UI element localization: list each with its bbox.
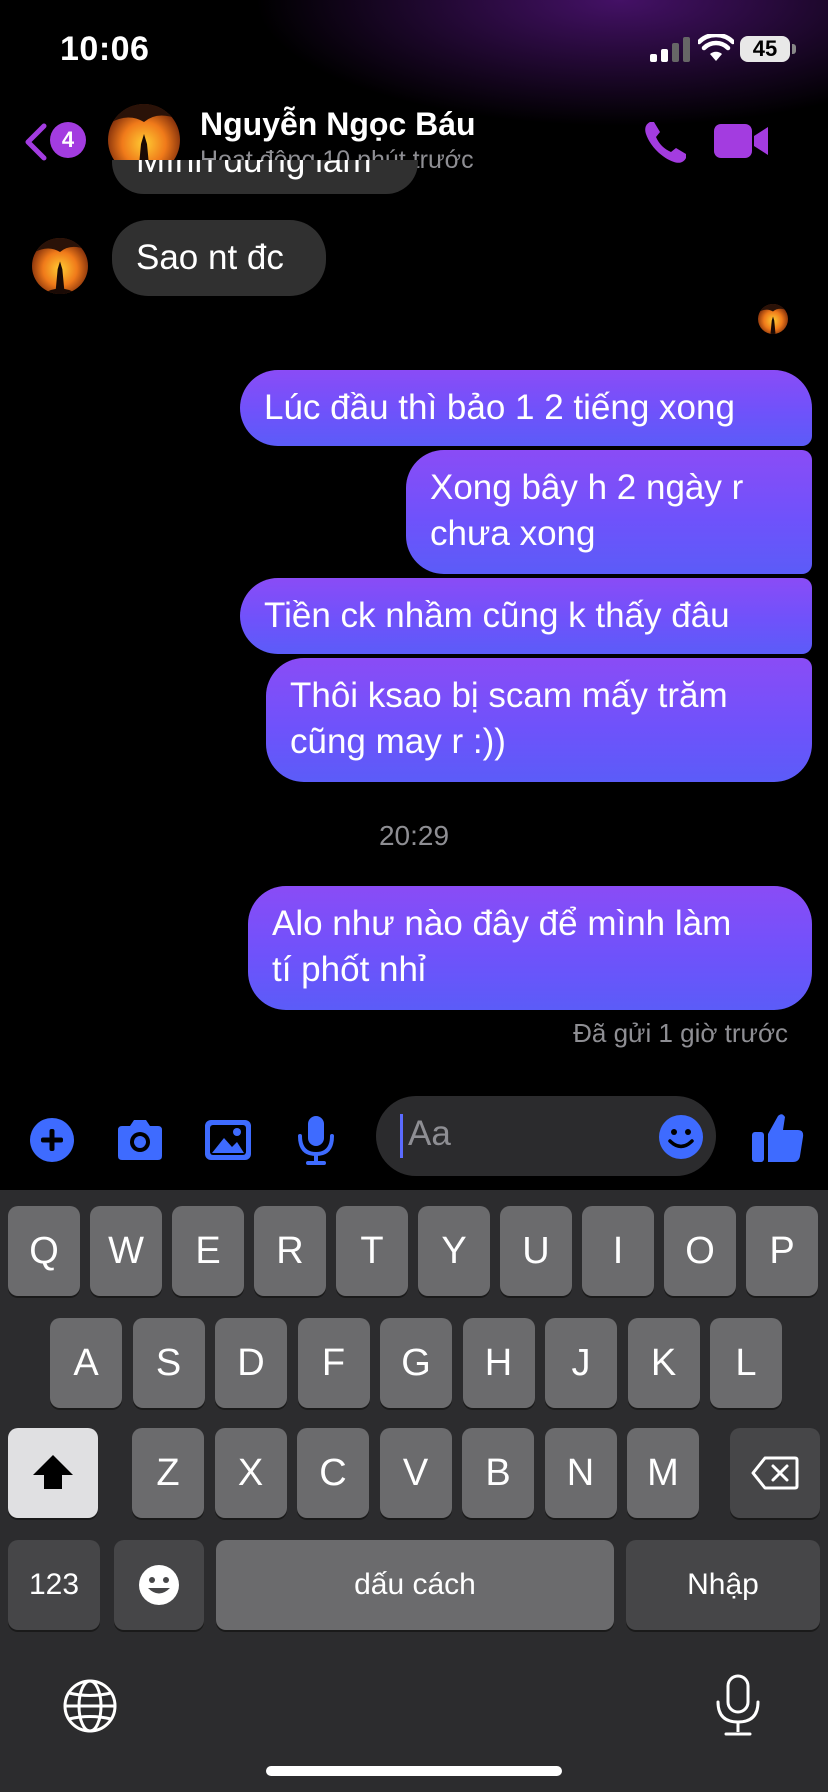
plus-icon[interactable] (24, 1112, 80, 1168)
unread-count-badge: 4 (50, 122, 86, 158)
return-key[interactable]: Nhập (626, 1540, 820, 1630)
text-cursor (400, 1114, 403, 1158)
avatar-image (758, 304, 788, 334)
message-bubble-outgoing[interactable]: Tiền ck nhầm cũng k thấy đâu (240, 578, 812, 654)
backspace-key[interactable] (730, 1428, 820, 1518)
seen-avatar (758, 304, 788, 334)
key-h[interactable]: H (462, 1318, 535, 1408)
message-list[interactable]: Mình đừng làm Sao nt đc Lúc đầu thì bảo … (0, 160, 828, 1060)
message-bubble-outgoing[interactable]: Lúc đầu thì bảo 1 2 tiếng xong (240, 370, 812, 446)
gallery-icon[interactable] (200, 1112, 256, 1168)
key-p[interactable]: P (746, 1206, 818, 1296)
message-composer: Aa (0, 1090, 828, 1190)
key-k[interactable]: K (627, 1318, 700, 1408)
key-a[interactable]: A (50, 1318, 122, 1408)
home-indicator[interactable] (266, 1766, 562, 1776)
key-j[interactable]: J (545, 1318, 617, 1408)
key-x[interactable]: X (214, 1428, 287, 1518)
message-text: Mình đừng làm (136, 160, 372, 180)
emoji-face-icon (139, 1565, 179, 1605)
message-bubble-outgoing[interactable]: Xong bây h 2 ngày r chưa xong (406, 450, 812, 574)
dictation-microphone-icon[interactable] (712, 1674, 764, 1738)
cellular-signal-icon (650, 37, 690, 62)
space-key[interactable]: dấu cách (216, 1540, 614, 1630)
key-i[interactable]: I (582, 1206, 654, 1296)
key-e[interactable]: E (172, 1206, 244, 1296)
battery-indicator: 45 (740, 36, 790, 62)
key-l[interactable]: L (710, 1318, 782, 1408)
message-bubble-incoming[interactable]: Mình đừng làm (112, 160, 418, 194)
shift-arrow-icon (33, 1455, 73, 1489)
message-text: Lúc đầu thì bảo 1 2 tiếng xong (264, 388, 735, 427)
message-text-line: chưa xong (430, 514, 596, 553)
message-text-line: Thôi ksao bị scam mấy trăm (290, 676, 728, 715)
key-t[interactable]: T (336, 1206, 408, 1296)
key-n[interactable]: N (544, 1428, 617, 1518)
key-g[interactable]: G (380, 1318, 452, 1408)
time-separator: 20:29 (378, 820, 450, 851)
sent-status: Đã gửi 1 giờ trước (573, 1018, 788, 1048)
key-r[interactable]: R (254, 1206, 326, 1296)
key-o[interactable]: O (664, 1206, 736, 1296)
chevron-left-icon (25, 123, 47, 161)
key-c[interactable]: C (297, 1428, 369, 1518)
status-time: 10:06 (60, 30, 150, 68)
message-text-line: Alo như nào đây để mình làm (272, 904, 732, 943)
globe-icon[interactable] (62, 1678, 118, 1734)
message-input[interactable]: Aa (376, 1096, 716, 1176)
message-text-line: Xong bây h 2 ngày r (430, 468, 744, 507)
key-b[interactable]: B (462, 1428, 534, 1518)
message-input-placeholder: Aa (408, 1114, 451, 1153)
key-d[interactable]: D (215, 1318, 287, 1408)
emoji-keyboard-key[interactable] (114, 1540, 204, 1630)
key-f[interactable]: F (297, 1318, 370, 1408)
emoji-icon[interactable] (658, 1114, 704, 1160)
key-m[interactable]: M (627, 1428, 699, 1518)
contact-name[interactable]: Nguyễn Ngọc Báu (200, 106, 476, 143)
message-text: Sao nt đc (136, 238, 284, 277)
avatar-image (32, 238, 88, 294)
wifi-icon (698, 34, 734, 61)
microphone-icon[interactable] (288, 1112, 344, 1168)
sender-avatar[interactable] (32, 238, 88, 294)
key-w[interactable]: W (90, 1206, 162, 1296)
key-y[interactable]: Y (418, 1206, 490, 1296)
message-text-line: tí phốt nhỉ (272, 950, 426, 989)
camera-icon[interactable] (112, 1112, 168, 1168)
video-call-icon[interactable] (712, 118, 772, 164)
message-text: Tiền ck nhầm cũng k thấy đâu (264, 596, 730, 635)
key-z[interactable]: Z (132, 1428, 204, 1518)
back-button[interactable]: 4 (22, 116, 92, 166)
shift-key[interactable] (8, 1428, 98, 1518)
message-bubble-outgoing[interactable]: Thôi ksao bị scam mấy trăm cũng may r :)… (266, 658, 812, 782)
on-screen-keyboard: QWERTYUIOP ASDFGHJKL ZXCVBNM 123 dấu các… (0, 1190, 828, 1792)
key-v[interactable]: V (379, 1428, 452, 1518)
status-bar: 10:06 45 (0, 0, 828, 100)
key-s[interactable]: S (132, 1318, 205, 1408)
battery-tip (792, 44, 796, 54)
thumbs-up-icon[interactable] (748, 1108, 808, 1168)
key-u[interactable]: U (500, 1206, 572, 1296)
delete-backward-icon (751, 1456, 799, 1490)
message-text-line: cũng may r :)) (290, 722, 506, 761)
key-q[interactable]: Q (8, 1206, 80, 1296)
message-bubble-outgoing[interactable]: Alo như nào đây để mình làm tí phốt nhỉ (248, 886, 812, 1010)
message-bubble-incoming[interactable]: Sao nt đc (112, 220, 326, 296)
numbers-key[interactable]: 123 (8, 1540, 100, 1630)
